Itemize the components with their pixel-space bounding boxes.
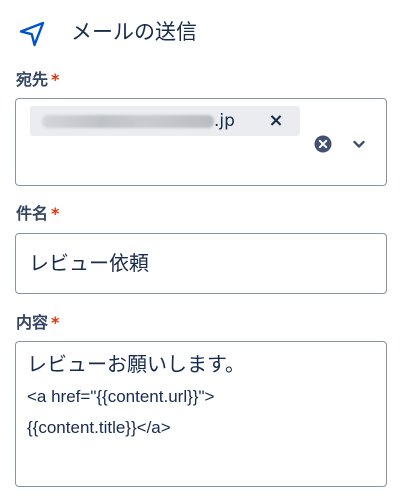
required-mark: *: [51, 313, 60, 332]
chip-domain-text: .jp: [214, 111, 235, 131]
to-label-text: 宛先: [16, 70, 49, 89]
chip-remove-icon[interactable]: ×: [264, 109, 288, 133]
recipient-chip[interactable]: .jp ×: [30, 106, 300, 136]
page-title: メールの送信: [71, 20, 197, 44]
body-label: 内容 *: [16, 312, 59, 334]
header: メールの送信: [0, 0, 400, 64]
subject-label: 件名 *: [16, 203, 59, 225]
required-mark: *: [51, 70, 60, 89]
body-textarea[interactable]: レビューお願いします。 <a href="{{content.url}}"> {…: [15, 341, 387, 487]
body-content: レビューお願いします。 <a href="{{content.url}}"> {…: [27, 347, 245, 443]
body-line: <a href="{{content.url}}">: [27, 387, 215, 406]
chevron-down-icon[interactable]: [350, 135, 368, 153]
clear-icon[interactable]: [314, 135, 332, 153]
subject-label-text: 件名: [16, 204, 49, 223]
body-line: {{content.title}}</a>: [27, 418, 171, 437]
redacted-email: [42, 115, 214, 128]
body-label-text: 内容: [16, 313, 49, 332]
send-email-form: メールの送信 宛先 * .jp × 件名 * レビュー依頼 内容 * レビューお…: [0, 0, 400, 504]
to-label: 宛先 *: [16, 69, 59, 91]
to-field[interactable]: .jp ×: [15, 98, 387, 186]
body-line: レビューお願いします。: [27, 352, 245, 376]
required-mark: *: [51, 204, 60, 223]
subject-input-value: レビュー依頼: [29, 251, 149, 275]
send-icon: [18, 20, 46, 48]
subject-field[interactable]: レビュー依頼: [15, 233, 387, 294]
